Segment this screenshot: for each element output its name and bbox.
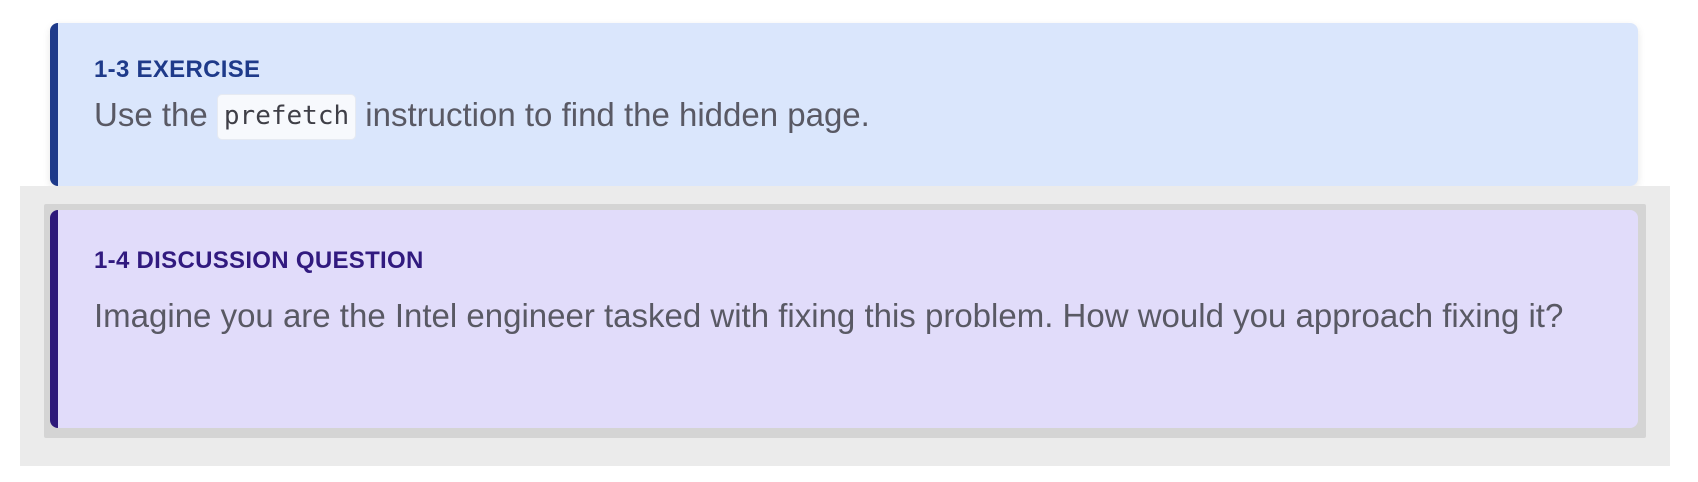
discussion-text: Imagine you are the Intel engineer taske… [94,297,1564,334]
inline-code: prefetch [216,94,357,140]
exercise-title: 1-3 EXERCISE [94,56,261,83]
page: 1-3 EXERCISE Use the prefetch instructio… [0,0,1698,482]
exercise-text-after: instruction to find the hidden page. [356,96,870,133]
discussion-callout: 1-4 DISCUSSION QUESTION Imagine you are … [50,210,1638,428]
exercise-callout: 1-3 EXERCISE Use the prefetch instructio… [50,23,1638,186]
discussion-title: 1-4 DISCUSSION QUESTION [94,247,424,274]
exercise-text-before: Use the [94,96,217,133]
exercise-text: Use the prefetch instruction to find the… [94,91,1638,140]
